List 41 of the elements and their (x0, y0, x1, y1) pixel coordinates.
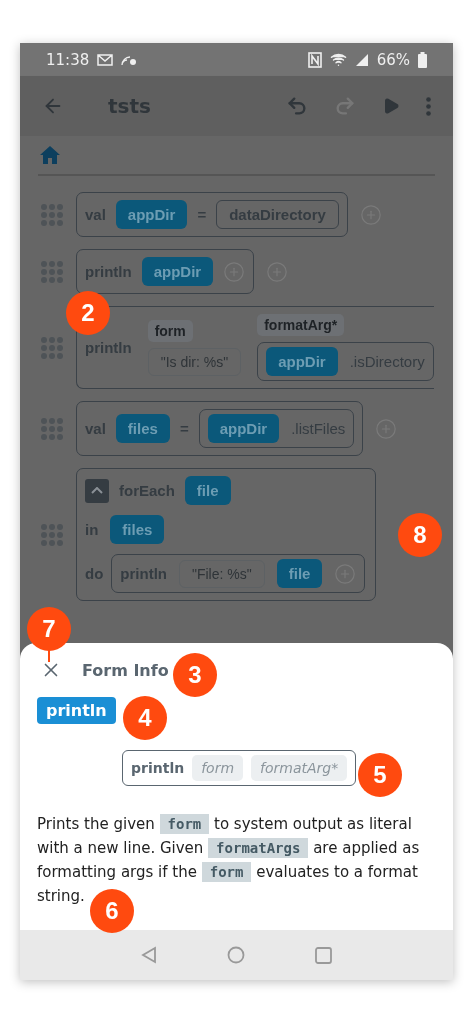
drag-handle-icon[interactable] (40, 417, 64, 440)
variable-chip[interactable]: file (276, 559, 323, 588)
sheet-title: Form Info (82, 660, 169, 680)
operator: = (179, 420, 189, 437)
drag-handle-icon[interactable] (40, 336, 64, 359)
signal-icon (354, 52, 369, 67)
home-icon[interactable] (40, 146, 60, 164)
status-time: 11:38 (46, 50, 90, 69)
undo-icon (286, 95, 308, 117)
form-name-chip: println (37, 697, 116, 724)
redo-icon (334, 95, 356, 117)
operator: = (197, 206, 207, 223)
back-nav-icon[interactable] (141, 946, 157, 964)
home-nav-icon[interactable] (227, 946, 245, 964)
variable-chip[interactable]: files (110, 515, 165, 544)
parameter-label: formatArg* (257, 314, 345, 336)
variable-chip[interactable]: files (115, 414, 170, 443)
variable-chip[interactable]: appDir (115, 200, 188, 229)
signature-parameter: formatArg* (251, 755, 348, 781)
chevron-up-icon (91, 487, 103, 494)
battery-icon (418, 51, 427, 68)
mail-icon (97, 53, 114, 66)
leader-line (48, 650, 50, 662)
signature-name: println (131, 760, 185, 776)
recents-nav-icon[interactable] (315, 946, 332, 964)
cast-icon (121, 53, 138, 66)
drag-handle-icon[interactable] (40, 260, 64, 283)
drag-handle-icon[interactable] (40, 203, 64, 226)
variable-chip[interactable]: file (184, 476, 231, 505)
signature-parameter: form (192, 755, 244, 781)
wifi-icon (329, 51, 347, 68)
battery-level: 66% (376, 50, 410, 69)
drag-handle-icon[interactable] (40, 523, 64, 546)
variable-chip[interactable]: appDir (266, 347, 338, 376)
more-icon (426, 96, 431, 116)
nfc-icon (307, 51, 322, 68)
collapse-button[interactable] (85, 478, 109, 503)
play-icon (382, 97, 400, 115)
variable-chip[interactable]: appDir (141, 257, 214, 286)
parameter-label: form (147, 319, 193, 342)
variable-chip[interactable]: appDir (207, 414, 280, 443)
